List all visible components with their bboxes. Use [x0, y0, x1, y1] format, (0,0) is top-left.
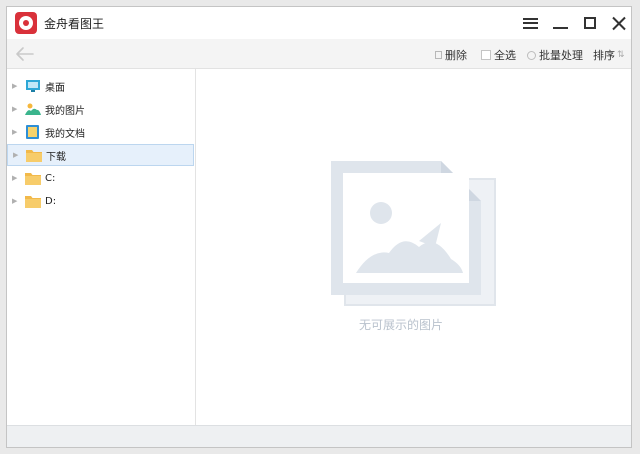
batch-label: 批量处理 — [539, 49, 583, 62]
expand-arrow-icon[interactable]: ▶ — [12, 174, 22, 182]
app-logo-icon — [15, 12, 37, 34]
pictures-icon — [25, 103, 41, 115]
close-button[interactable] — [605, 11, 631, 35]
delete-button[interactable]: 删除 — [435, 47, 467, 63]
folder-icon — [26, 150, 42, 162]
select-all-label: 全选 — [494, 49, 516, 62]
expand-arrow-icon[interactable]: ▶ — [12, 105, 22, 113]
documents-icon — [26, 125, 39, 139]
folder-icon — [25, 173, 41, 185]
tree-item-label: 桌面 — [45, 82, 65, 94]
back-button[interactable] — [13, 45, 35, 63]
desktop-icon — [26, 80, 40, 92]
minimize-icon — [552, 27, 568, 29]
tree-item-label: 我的图片 — [45, 105, 85, 117]
batch-process-button[interactable]: 批量处理 — [527, 47, 583, 63]
empty-state: 无可展示的图片 — [331, 161, 501, 341]
app-title: 金舟看图王 — [44, 17, 105, 31]
app-window: 金舟看图王 删除 全选 批量处理 排序 ⇅ ▶ 桌面 ▶ 我的图片 ▶ 我的文档… — [6, 6, 632, 448]
maximize-icon — [584, 17, 596, 29]
hamburger-icon — [522, 15, 538, 31]
expand-arrow-icon[interactable]: ▶ — [12, 197, 22, 205]
sort-label: 排序 — [593, 49, 615, 62]
empty-image-placeholder-icon — [331, 161, 496, 306]
sort-arrows-icon: ⇅ — [617, 50, 625, 60]
sort-button[interactable]: 排序 ⇅ — [593, 47, 625, 63]
menu-button[interactable] — [517, 11, 543, 35]
minimize-button[interactable] — [547, 11, 573, 35]
empty-state-text: 无可展示的图片 — [358, 318, 443, 332]
folder-icon — [25, 196, 41, 208]
expand-arrow-icon[interactable]: ▶ — [13, 151, 23, 159]
expand-arrow-icon[interactable]: ▶ — [12, 82, 22, 90]
batch-icon — [527, 50, 536, 60]
tree-item-pictures[interactable]: ▶ 我的图片 — [7, 98, 194, 120]
tree-item-label: 我的文档 — [45, 128, 85, 140]
tree-item-drive-c[interactable]: ▶ C: — [7, 167, 194, 189]
tree-item-label: D: — [45, 195, 57, 207]
status-bar — [7, 425, 631, 447]
title-bar: 金舟看图王 — [7, 7, 631, 39]
maximize-button[interactable] — [577, 11, 603, 35]
back-arrow-icon — [16, 47, 34, 61]
tree-item-documents[interactable]: ▶ 我的文档 — [7, 121, 194, 143]
tree-item-downloads[interactable]: ▶ 下载 — [7, 144, 194, 166]
trash-icon — [435, 51, 442, 59]
select-all-checkbox[interactable]: 全选 — [481, 47, 516, 63]
delete-label: 删除 — [445, 49, 467, 62]
tree-item-desktop[interactable]: ▶ 桌面 — [7, 75, 194, 97]
toolbar: 删除 全选 批量处理 排序 ⇅ — [7, 39, 631, 69]
tree-item-label: 下载 — [46, 151, 66, 163]
expand-arrow-icon[interactable]: ▶ — [12, 128, 22, 136]
tree-item-drive-d[interactable]: ▶ D: — [7, 190, 194, 212]
close-icon — [611, 16, 626, 31]
image-view-area: 无可展示的图片 — [196, 69, 631, 425]
checkbox-icon — [481, 50, 491, 60]
folder-tree: ▶ 桌面 ▶ 我的图片 ▶ 我的文档 ▶ 下载 ▶ C: ▶ D: — [7, 69, 196, 425]
tree-item-label: C: — [45, 172, 56, 184]
